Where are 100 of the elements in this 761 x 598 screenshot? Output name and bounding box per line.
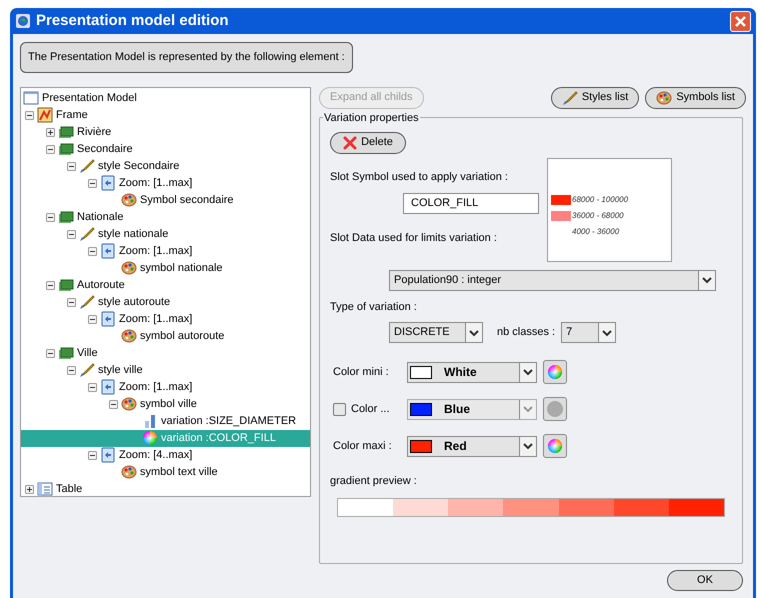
collapse-icon xyxy=(25,110,34,120)
collapse-icon xyxy=(67,298,76,306)
close-button[interactable] xyxy=(730,10,751,32)
palette-icon xyxy=(121,192,137,208)
color-picker-button[interactable] xyxy=(543,360,567,384)
folder-icon xyxy=(58,277,74,293)
tree-item[interactable]: Secondaire xyxy=(21,140,310,158)
brush-icon xyxy=(79,294,95,310)
tree-item[interactable]: Symbol secondaire xyxy=(21,192,310,208)
window-icon xyxy=(23,90,39,106)
tree-item[interactable]: style autoroute xyxy=(21,294,310,310)
collapse-icon xyxy=(88,450,97,460)
palette-icon xyxy=(121,328,137,344)
tree-item[interactable]: Frame xyxy=(21,106,310,124)
type-label: Type of variation : xyxy=(330,300,417,314)
info-label: The Presentation Model is represented by the following element : xyxy=(20,42,353,72)
tree-item[interactable]: Autoroute xyxy=(21,276,310,294)
close-icon xyxy=(734,14,747,28)
tree-item[interactable]: symbol autoroute xyxy=(21,328,310,344)
tree-item[interactable]: Zoom: [1..max] xyxy=(21,378,310,396)
palette-icon xyxy=(121,260,137,276)
legend-label: 68000 - 100000 xyxy=(572,194,628,206)
delete-icon xyxy=(343,136,358,150)
document-icon xyxy=(100,379,116,395)
styles-list-button[interactable]: Styles list xyxy=(550,86,640,108)
collapse-icon xyxy=(88,246,97,256)
collapse-icon xyxy=(67,162,76,170)
palette-icon xyxy=(121,396,137,412)
tree-item[interactable]: Zoom: [4..max] xyxy=(21,446,310,464)
tree-item[interactable]: symbol ville xyxy=(21,396,310,412)
tree-item[interactable]: style nationale xyxy=(21,226,310,242)
slot-symbol-field[interactable]: COLOR_FILL xyxy=(403,193,539,214)
tree-item[interactable]: Rivière xyxy=(21,124,310,140)
caret-icon xyxy=(523,368,533,376)
tree-item[interactable]: style ville xyxy=(21,362,310,378)
document-icon xyxy=(100,311,116,327)
tree-item[interactable]: symbol nationale xyxy=(21,260,310,276)
tree-item[interactable]: Ville xyxy=(21,344,310,362)
caret-icon xyxy=(523,442,533,450)
circle-icon xyxy=(546,400,564,418)
palette-icon xyxy=(121,464,137,480)
delete-button[interactable]: Delete xyxy=(330,132,406,154)
color-wheel-icon xyxy=(142,430,158,446)
collapse-icon xyxy=(46,348,55,358)
folder-icon xyxy=(58,345,74,361)
bar-icon xyxy=(142,413,158,429)
caret-icon xyxy=(523,405,533,413)
brush-icon xyxy=(79,158,95,174)
color-label: Color mini : xyxy=(333,364,389,380)
collapse-icon xyxy=(46,280,55,290)
gradient-label: gradient preview : xyxy=(330,474,417,489)
tree-item[interactable]: Presentation Model xyxy=(21,90,310,106)
caret-icon xyxy=(469,328,479,336)
variation-type-dropdown[interactable]: DISCRETE xyxy=(389,322,483,343)
collapse-icon xyxy=(46,144,55,154)
collapse-icon xyxy=(109,400,118,408)
folder-icon xyxy=(58,124,74,140)
slot-data-dropdown[interactable]: Population90 : integer xyxy=(389,270,716,290)
document-icon xyxy=(100,243,116,259)
palette-icon xyxy=(656,90,672,106)
brush-icon xyxy=(562,90,578,106)
collapse-icon xyxy=(67,366,76,374)
color-wheel-icon xyxy=(547,364,563,380)
app-icon xyxy=(15,13,31,29)
caret-icon xyxy=(602,328,612,336)
collapse-icon xyxy=(46,212,55,222)
color-label: Color ... xyxy=(351,402,390,417)
map-icon xyxy=(37,107,53,123)
color-dropdown[interactable]: Red xyxy=(407,436,537,456)
tree-item[interactable]: Zoom: [1..max] xyxy=(21,174,310,192)
caret-icon xyxy=(702,276,712,284)
tree-item[interactable]: variation :SIZE_DIAMETER xyxy=(21,412,310,430)
collapse-icon xyxy=(88,178,97,188)
color-dropdown[interactable]: White xyxy=(407,362,537,382)
tree-item[interactable]: Table xyxy=(21,480,310,496)
legend-label: 36000 - 68000 xyxy=(572,210,624,222)
folder-icon xyxy=(58,209,74,225)
color-wheel-icon xyxy=(547,438,563,454)
legend-label: 4000 - 36000 xyxy=(572,226,620,238)
symbols-list-button[interactable]: Symbols list xyxy=(645,86,746,108)
document-icon xyxy=(100,447,116,463)
collapse-icon xyxy=(67,230,76,238)
tree-item[interactable]: symbol text ville xyxy=(21,464,310,480)
color-picker-button[interactable] xyxy=(543,397,567,421)
ok-button[interactable]: OK xyxy=(667,570,743,590)
collapse-icon xyxy=(88,314,97,324)
color-picker-button[interactable] xyxy=(543,434,567,458)
classes-label: nb classes : xyxy=(497,325,556,340)
tree-item[interactable]: style Secondaire xyxy=(21,158,310,174)
document-icon xyxy=(100,175,116,191)
brush-icon xyxy=(79,362,95,378)
folder-icon xyxy=(58,141,74,157)
tree-item[interactable]: Nationale xyxy=(21,208,310,226)
slot-data-label: Slot Data used for limits variation : xyxy=(330,231,498,246)
tree-item[interactable]: Zoom: [1..max] xyxy=(21,242,310,260)
classes-dropdown[interactable]: 7 xyxy=(561,322,616,343)
window-title: Presentation model edition xyxy=(36,10,230,31)
color-label: Color maxi : xyxy=(333,438,392,454)
tree-item[interactable]: Zoom: [1..max] xyxy=(21,310,310,328)
collapse-icon xyxy=(88,382,97,392)
